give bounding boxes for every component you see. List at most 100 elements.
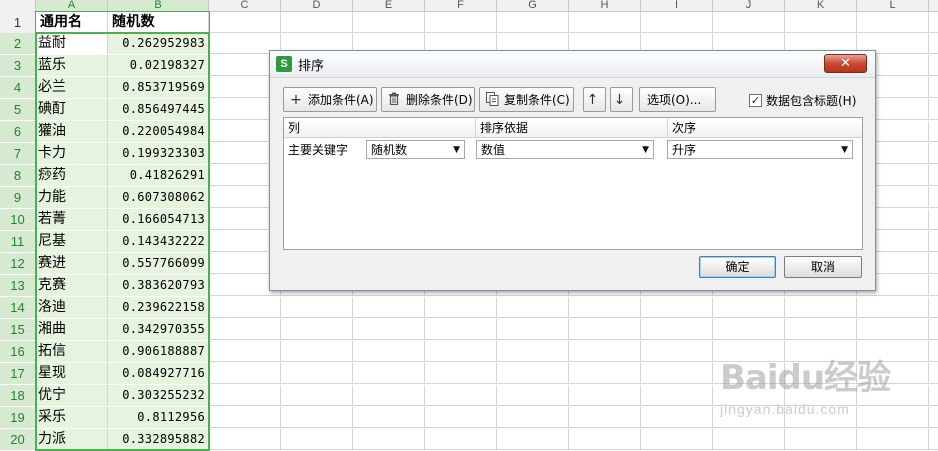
empty-cell[interactable] [353, 363, 425, 384]
empty-cell[interactable] [281, 407, 353, 428]
select-all-corner[interactable] [0, 0, 36, 12]
empty-cell[interactable] [569, 297, 641, 318]
name-cell[interactable]: 采乐 [36, 407, 108, 428]
random-value-cell[interactable]: 0.8112956 [108, 407, 209, 428]
move-down-button[interactable]: ↓ [610, 87, 633, 112]
empty-cell[interactable] [281, 429, 353, 450]
empty-cell[interactable] [497, 12, 569, 33]
empty-cell[interactable] [209, 363, 281, 384]
column-select[interactable]: 随机数 ▼ [366, 140, 465, 159]
row-header[interactable]: 14 [0, 297, 36, 318]
empty-cell[interactable] [641, 363, 713, 384]
empty-cell[interactable] [857, 429, 929, 450]
column-header-b[interactable]: B [108, 0, 209, 12]
row-header[interactable]: 2 [0, 33, 36, 54]
name-cell[interactable]: 碘酊 [36, 99, 108, 120]
empty-cell[interactable] [353, 297, 425, 318]
row-header[interactable]: 20 [0, 429, 36, 450]
empty-cell[interactable] [209, 341, 281, 362]
random-value-cell[interactable]: 0.607308062 [108, 187, 209, 208]
row-header[interactable]: 8 [0, 165, 36, 186]
add-condition-button[interactable]: + 添加条件(A) [283, 87, 377, 112]
random-value-cell[interactable]: 0.143432222 [108, 231, 209, 252]
empty-cell[interactable] [353, 12, 425, 33]
random-value-cell[interactable]: 0.02198327 [108, 55, 209, 76]
empty-cell[interactable] [425, 297, 497, 318]
row-header[interactable]: 3 [0, 55, 36, 76]
options-button[interactable]: 选项(O)... [639, 87, 716, 112]
empty-cell[interactable] [281, 12, 353, 33]
empty-cell[interactable] [641, 12, 713, 33]
name-cell[interactable]: 优宁 [36, 385, 108, 406]
column-header-h[interactable]: H [569, 0, 641, 12]
row-header[interactable]: 11 [0, 231, 36, 252]
column-header-d[interactable]: D [281, 0, 353, 12]
empty-cell[interactable] [713, 341, 785, 362]
empty-cell[interactable] [641, 341, 713, 362]
empty-cell[interactable] [785, 297, 857, 318]
random-value-cell[interactable]: 0.906188887 [108, 341, 209, 362]
empty-cell[interactable] [425, 385, 497, 406]
header-cell-random[interactable]: 随机数 [108, 12, 209, 33]
name-cell[interactable]: 拓信 [36, 341, 108, 362]
empty-cell[interactable] [497, 385, 569, 406]
name-cell[interactable]: 尼基 [36, 231, 108, 252]
empty-cell[interactable] [569, 407, 641, 428]
empty-cell[interactable] [785, 341, 857, 362]
has-header-checkbox[interactable]: ✓ [749, 94, 762, 107]
close-button[interactable]: ✕ [824, 54, 867, 73]
empty-cell[interactable] [281, 319, 353, 340]
column-header-e[interactable]: E [353, 0, 425, 12]
random-value-cell[interactable]: 0.220054984 [108, 121, 209, 142]
empty-cell[interactable] [425, 407, 497, 428]
random-value-cell[interactable]: 0.853719569 [108, 77, 209, 98]
empty-cell[interactable] [713, 12, 785, 33]
sort-basis-select[interactable]: 数值 ▼ [476, 140, 654, 159]
sort-order-select[interactable]: 升序 ▼ [667, 140, 853, 159]
empty-cell[interactable] [209, 319, 281, 340]
empty-cell[interactable] [785, 12, 857, 33]
empty-cell[interactable] [857, 319, 929, 340]
empty-cell[interactable] [857, 407, 929, 428]
name-cell[interactable]: 克赛 [36, 275, 108, 296]
empty-cell[interactable] [569, 363, 641, 384]
empty-cell[interactable] [425, 429, 497, 450]
random-value-cell[interactable]: 0.303255232 [108, 385, 209, 406]
empty-cell[interactable] [857, 12, 929, 33]
row-header[interactable]: 4 [0, 77, 36, 98]
empty-cell[interactable] [713, 385, 785, 406]
empty-cell[interactable] [641, 429, 713, 450]
random-value-cell[interactable]: 0.383620793 [108, 275, 209, 296]
empty-cell[interactable] [353, 319, 425, 340]
empty-cell[interactable] [353, 429, 425, 450]
empty-cell[interactable] [641, 319, 713, 340]
column-header-i[interactable]: I [641, 0, 713, 12]
ok-button[interactable]: 确定 [699, 256, 776, 278]
empty-cell[interactable] [569, 429, 641, 450]
empty-cell[interactable] [353, 341, 425, 362]
empty-cell[interactable] [353, 385, 425, 406]
empty-cell[interactable] [281, 341, 353, 362]
name-cell[interactable]: 蓝乐 [36, 55, 108, 76]
random-value-cell[interactable]: 0.41826291 [108, 165, 209, 186]
move-up-button[interactable]: ↑ [583, 87, 606, 112]
random-value-cell[interactable]: 0.332895882 [108, 429, 209, 450]
empty-cell[interactable] [857, 385, 929, 406]
name-cell[interactable]: 必兰 [36, 77, 108, 98]
column-header-c[interactable]: C [209, 0, 281, 12]
empty-cell[interactable] [641, 385, 713, 406]
empty-cell[interactable] [785, 385, 857, 406]
empty-cell[interactable] [209, 12, 281, 33]
column-header-k[interactable]: K [785, 0, 857, 12]
name-cell[interactable]: 若菁 [36, 209, 108, 230]
row-header[interactable]: 5 [0, 99, 36, 120]
empty-cell[interactable] [425, 12, 497, 33]
row-header[interactable]: 16 [0, 341, 36, 362]
column-header-j[interactable]: J [713, 0, 785, 12]
cancel-button[interactable]: 取消 [784, 256, 862, 278]
name-cell[interactable]: 力能 [36, 187, 108, 208]
header-cell-name[interactable]: 通用名 [36, 12, 108, 33]
row-header[interactable]: 17 [0, 363, 36, 384]
row-header[interactable]: 6 [0, 121, 36, 142]
empty-cell[interactable] [641, 297, 713, 318]
